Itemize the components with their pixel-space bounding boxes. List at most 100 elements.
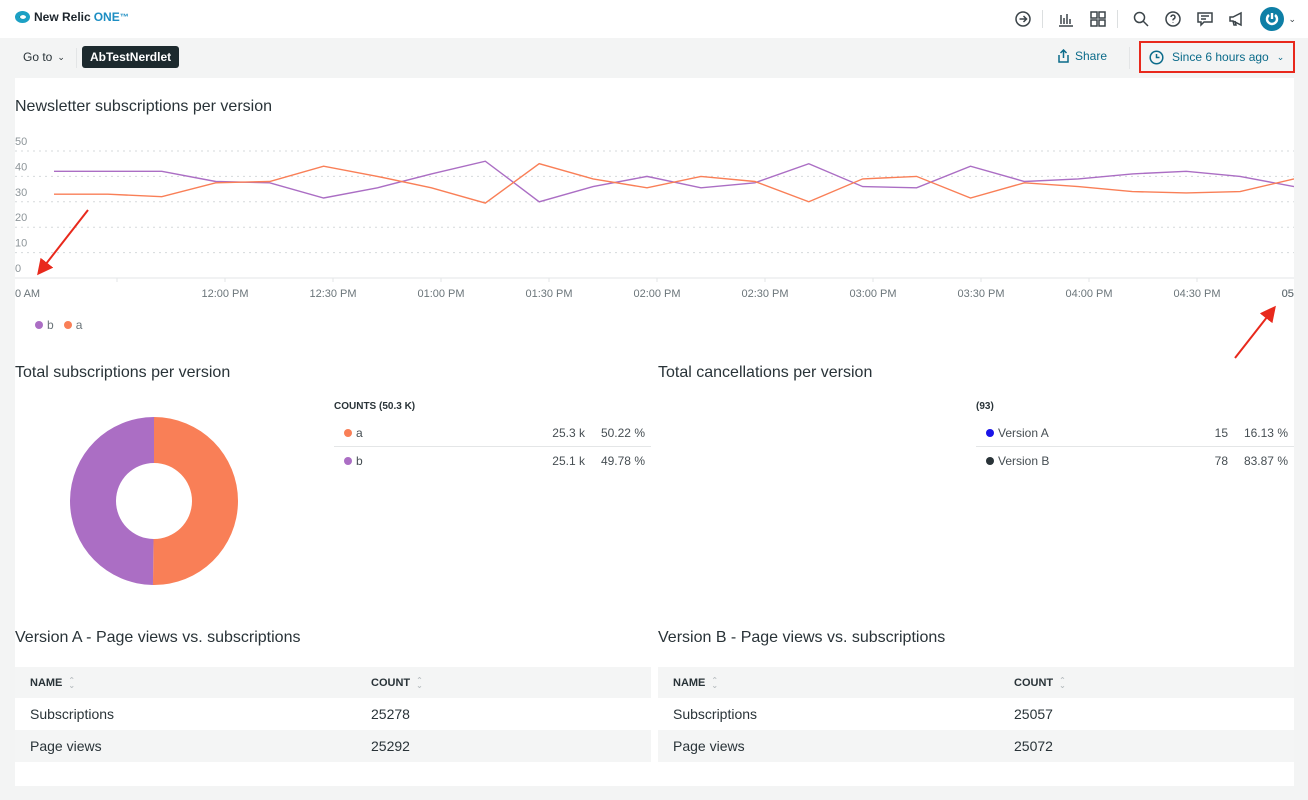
x-tick-label: 03:00 PM [849,288,896,300]
legend-dot [344,428,352,437]
cancellations-row[interactable]: Version B 78 83.87 % [976,447,1294,475]
y-tick-label: 30 [15,187,27,199]
column-header-count[interactable]: COUNT ⌃ ⌄ [999,675,1294,690]
legend-item-a[interactable]: a [63,318,82,332]
pie-legend-table: COUNTS (50.3 K) a 25.3 k 50.22 % b 25.1 … [334,401,651,475]
table-b: NAME ⌃ ⌄ COUNT ⌃ ⌄ Subscriptions 25057 Page … [658,667,1294,762]
row-count: 78 [1214,454,1228,468]
column-label: COUNT [371,676,411,689]
pie-legend-row[interactable]: b 25.1 k 49.78 % [334,447,651,475]
column-label: COUNT [1014,676,1054,689]
y-tick-label: 20 [15,212,27,224]
series-line-a [54,162,1294,204]
feedback-icon[interactable] [1192,6,1218,32]
x-tick-label: 03:30 PM [957,288,1004,300]
divider [1129,47,1130,69]
cell-name: Subscriptions [30,706,115,722]
cell-count: 25292 [371,738,410,754]
cell-count: 25057 [1014,706,1053,722]
legend-item-b[interactable]: b [35,318,54,332]
y-tick-label: 50 [15,136,27,148]
chevron-down-icon: ⌄ [1276,51,1285,62]
x-tick-label: 02:30 PM [741,288,788,300]
new-relic-logo[interactable]: New Relic ONE ™ [15,10,129,24]
x-tick-label: 02:00 PM [633,288,680,300]
nerdlet-content-panel: Newsletter subscriptions per version 0 10… [15,78,1294,786]
top-icon-group: ⌄ [1004,6,1296,32]
cancellations-row[interactable]: Version A 15 16.13 % [976,419,1294,447]
row-name: a [356,425,363,440]
row-name: Version A [998,425,1049,440]
table-row[interactable]: Subscriptions 25278 [15,698,651,730]
x-tick-label: 05 [1282,288,1294,300]
y-tick-label: 0 [15,263,21,275]
goto-label: Go to [23,50,53,64]
y-tick-label: 10 [15,238,27,250]
row-percent: 49.78 % [600,454,645,468]
row-count: 15 [1214,425,1228,440]
row-percent: 83.87 % [1243,454,1288,468]
column-header-name[interactable]: NAME ⌃ ⌄ [15,676,356,689]
donut-chart [70,417,239,585]
table-row[interactable]: Subscriptions 25057 [658,698,1294,730]
column-label: NAME [673,676,706,689]
time-picker-button[interactable]: Since 6 hours ago ⌄ [1139,41,1295,73]
x-tick-label: 04:00 PM [1065,288,1112,300]
y-tick-label: 40 [15,161,27,173]
search-icon[interactable] [1128,6,1154,32]
goto-menu-button[interactable]: Go to ⌄ [23,50,65,64]
table-row[interactable]: Page views 25072 [658,730,1294,762]
column-header-name[interactable]: NAME ⌃ ⌄ [658,676,999,689]
legend-dot [986,457,994,465]
divider [76,48,77,68]
x-tick-label: 01:00 PM [417,288,464,300]
row-count: 25.1 k [552,454,585,468]
launcher-toolbar: Go to ⌄ AbTestNerdlet Share Since 6 hour… [0,38,1308,78]
cell-count: 25278 [371,706,410,722]
annotation-arrow-right [1234,305,1276,359]
new-relic-logo-icon [15,11,30,23]
arrow-right-circle-icon[interactable] [1010,6,1036,32]
top-nav-bar: New Relic ONE ™ ⌄ [0,0,1308,38]
cancellations-legend-table: (93) Version A 15 16.13 % Version B 78 8… [976,401,1294,475]
time-picker-label: Since 6 hours ago [1172,50,1269,64]
legend-dot [35,321,43,329]
help-icon[interactable] [1160,6,1186,32]
donut-slice-a[interactable] [152,417,239,585]
column-header-count[interactable]: COUNT ⌃ ⌄ [356,676,651,689]
user-avatar-icon[interactable] [1260,7,1285,31]
legend-dot [986,428,994,437]
trademark: ™ [119,12,129,22]
x-tick-label: 0 AM [15,288,40,300]
cancellations-header: (93) [976,401,994,412]
chevron-down-icon: ⌄ [57,51,65,62]
divider [1042,10,1044,28]
legend-dot [344,457,352,465]
share-button[interactable]: Share [1057,49,1107,63]
chevron-down-icon[interactable]: ⌄ [1288,14,1296,25]
row-count: 25.3 k [552,425,585,440]
pie-chart-title: Total subscriptions per version [15,364,231,381]
nerdlet-title-tag[interactable]: AbTestNerdlet [82,46,180,68]
table-header-row: NAME ⌃ ⌄ COUNT ⌃ ⌄ [15,667,651,698]
share-icon [1058,49,1069,63]
donut-slice-b[interactable] [70,417,154,585]
sort-icon: ⌃ ⌄ [1059,675,1066,690]
row-percent: 50.22 % [600,425,645,440]
bar-chart-icon[interactable] [1053,6,1079,32]
legend-dot [63,321,72,329]
x-tick-label: 01:30 PM [525,288,572,300]
share-label: Share [1075,49,1108,63]
row-name: Version B [998,454,1050,468]
cell-count: 25072 [1014,738,1053,754]
x-tick-label: 04:30 PM [1173,288,1220,300]
cell-name: Subscriptions [673,706,758,722]
cancellations-title: Total cancellations per version [658,364,873,381]
apps-grid-icon[interactable] [1085,6,1111,32]
table-a: NAME ⌃ ⌄ COUNT ⌃ ⌄ Subscriptions 25278 Page … [15,667,651,762]
megaphone-icon[interactable] [1224,6,1250,32]
table-row[interactable]: Page views 25292 [15,730,651,762]
pie-legend-row[interactable]: a 25.3 k 50.22 % [334,419,651,447]
divider [1117,10,1119,28]
clock-icon [1149,49,1164,65]
